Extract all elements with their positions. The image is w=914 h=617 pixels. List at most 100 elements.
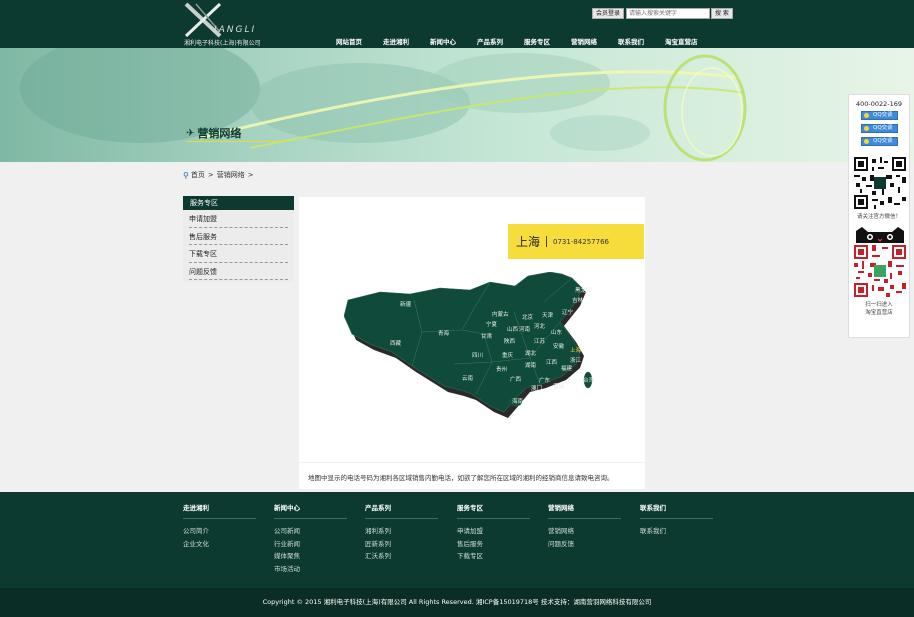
map-label-chongqing[interactable]: 重庆	[502, 351, 514, 359]
footer-column-title[interactable]: 新闻中心	[274, 502, 347, 519]
map-label-jiangsu[interactable]: 江苏	[534, 337, 546, 345]
map-label-hebei[interactable]: 河北	[534, 322, 546, 330]
map-label-guangdong[interactable]: 广东	[539, 376, 551, 384]
map-label-heilongjiang[interactable]: 黑龙江	[575, 286, 592, 294]
footer-column-products: 产品系列 湘利系列 匠新系列 汇沃系列	[365, 502, 438, 563]
breadcrumb-separator: >	[207, 171, 214, 179]
map-label-qinghai[interactable]: 青海	[438, 329, 450, 337]
footer-link[interactable]: 联系我们	[640, 525, 713, 538]
banner-title-underline	[186, 141, 288, 142]
qq-chat-button-3[interactable]: QQ交谈	[861, 137, 898, 146]
hotline-number: 400-0022-169	[855, 100, 903, 108]
search-button[interactable]: 搜 索	[711, 8, 733, 19]
map-note: 地图中显示的电话号码为湘利各区域销售内勤电话，如欲了解您所在区域的湘利的经销商信…	[299, 463, 645, 489]
footer-link[interactable]: 市场活动	[274, 563, 347, 576]
footer-link[interactable]: 售后服务	[457, 538, 530, 551]
map-label-xizang[interactable]: 西藏	[390, 339, 402, 347]
footer-link[interactable]: 匠新系列	[365, 538, 438, 551]
map-label-guizhou[interactable]: 贵州	[496, 365, 507, 373]
site-logo[interactable]: IANGLI 湘利电子科技(上海)有限公司	[184, 2, 272, 47]
paper-plane-icon: ✈	[186, 127, 195, 139]
nav-home[interactable]: 网站首页	[336, 36, 362, 46]
footer-column-service: 服务专区 申请加盟 售后服务 下载专区	[457, 502, 530, 563]
sidebar-item-join[interactable]: 申请加盟	[189, 210, 288, 228]
footer-link[interactable]: 汇沃系列	[365, 550, 438, 563]
taobao-qr-code	[854, 245, 906, 297]
footer-column-title[interactable]: 联系我们	[640, 502, 713, 519]
map-label-hunan[interactable]: 湖南	[525, 361, 537, 369]
map-label-gansu[interactable]: 甘肃	[481, 332, 493, 340]
banner-world-map-graphic	[20, 48, 747, 162]
map-label-yunnan[interactable]: 云南	[462, 374, 474, 382]
footer-column-about: 走进湘利 公司简介 企业文化	[183, 502, 256, 550]
footer-link[interactable]: 问题反馈	[548, 538, 621, 551]
map-label-henan[interactable]: 河南	[519, 325, 531, 333]
breadcrumb-current[interactable]: 营销网络	[217, 170, 245, 180]
footer-link[interactable]: 公司简介	[183, 525, 256, 538]
footer-column-contact: 联系我们 联系我们	[640, 502, 713, 538]
sidebar-item-feedback[interactable]: 问题反馈	[189, 263, 288, 280]
nav-service[interactable]: 服务专区	[524, 36, 550, 46]
map-label-guangxi[interactable]: 广西	[510, 375, 522, 383]
footer-column-title[interactable]: 走进湘利	[183, 502, 256, 519]
region-phone-box: 上海 0731-84257766	[508, 224, 644, 259]
footer-link[interactable]: 湘利系列	[365, 525, 438, 538]
breadcrumb-home[interactable]: 首页	[191, 170, 205, 180]
map-label-beijing[interactable]: 北京	[522, 313, 534, 321]
qq-chat-button-2[interactable]: QQ交谈	[861, 124, 898, 133]
footer-link[interactable]: 企业文化	[183, 538, 256, 551]
logo-word: IANGLI	[214, 25, 257, 35]
nav-network[interactable]: 营销网络	[571, 36, 597, 46]
page-banner: ✈ 营销网络	[0, 48, 914, 162]
main-nav: 网站首页 走进湘利 新闻中心 产品系列 服务专区 营销网络 联系我们 淘宝直营店	[336, 36, 719, 46]
map-label-shaanxi[interactable]: 陕西	[504, 337, 516, 345]
nav-contact[interactable]: 联系我们	[618, 36, 644, 46]
nav-taobao[interactable]: 淘宝直营店	[665, 36, 698, 46]
sidebar-title: 服务专区	[183, 196, 294, 210]
footer-link[interactable]: 公司新闻	[274, 525, 347, 538]
footer-link[interactable]: 申请加盟	[457, 525, 530, 538]
map-label-xinjiang[interactable]: 新疆	[400, 300, 412, 308]
map-label-neimenggu[interactable]: 内蒙古	[492, 310, 509, 318]
footer-link[interactable]: 行业新闻	[274, 538, 347, 551]
region-city: 上海	[516, 235, 541, 249]
map-label-aomen[interactable]: 澳门	[531, 384, 542, 392]
map-label-sichuan[interactable]: 四川	[472, 352, 483, 359]
map-label-hubei[interactable]: 湖北	[525, 349, 537, 357]
sidebar-item-after-sales[interactable]: 售后服务	[189, 228, 288, 245]
map-label-taiwan[interactable]: 台湾	[583, 376, 595, 384]
map-label-xianggang[interactable]: 香港	[553, 382, 565, 390]
map-label-shanghai[interactable]: 上海	[570, 346, 582, 354]
map-label-tianjin[interactable]: 天津	[542, 312, 554, 319]
tmall-cat-icon	[856, 227, 904, 243]
map-label-fujian[interactable]: 福建	[561, 364, 573, 372]
map-label-jiangxi[interactable]: 江西	[546, 359, 558, 366]
map-label-shanxi[interactable]: 山西	[507, 325, 519, 333]
nav-products[interactable]: 产品系列	[477, 36, 503, 46]
nav-about[interactable]: 走进湘利	[383, 36, 409, 46]
map-label-jilin[interactable]: 吉林	[572, 296, 584, 304]
map-label-liaoning[interactable]: 辽宁	[562, 308, 574, 316]
footer-link[interactable]: 营销网络	[548, 525, 621, 538]
footer-column-title[interactable]: 产品系列	[365, 502, 438, 519]
footer-column-news: 新闻中心 公司新闻 行业新闻 媒体聚焦 市场活动	[274, 502, 347, 575]
logo-company-name: 湘利电子科技(上海)有限公司	[184, 40, 261, 47]
footer-column-title[interactable]: 营销网络	[548, 502, 621, 519]
footer-link[interactable]: 下载专区	[457, 550, 530, 563]
footer-column-title[interactable]: 服务专区	[457, 502, 530, 519]
map-label-hainan[interactable]: 海南	[512, 397, 524, 405]
search-input[interactable]	[626, 8, 711, 19]
copyright-bar: Copyright © 2015 湘利电子科技(上海)有限公司 All Righ…	[0, 588, 914, 617]
qq-chat-button-1[interactable]: QQ交谈	[861, 111, 898, 120]
map-label-shandong[interactable]: 山东	[551, 328, 563, 336]
map-label-anhui[interactable]: 安徽	[553, 342, 565, 350]
nav-news[interactable]: 新闻中心	[430, 36, 456, 46]
map-label-ningxia[interactable]: 宁夏	[486, 320, 498, 328]
member-login-button[interactable]: 会员登录	[592, 8, 625, 19]
map-label-zhejiang[interactable]: 浙江	[570, 356, 582, 364]
region-phone-number: 0731-84257766	[553, 237, 609, 246]
sidebar-item-downloads[interactable]: 下载专区	[189, 245, 288, 263]
footer-link[interactable]: 媒体聚焦	[274, 550, 347, 563]
breadcrumb: ⚲ 首页 > 营销网络 >	[183, 170, 257, 180]
service-sidebar: 服务专区 申请加盟 售后服务 下载专区 问题反馈	[183, 196, 294, 282]
